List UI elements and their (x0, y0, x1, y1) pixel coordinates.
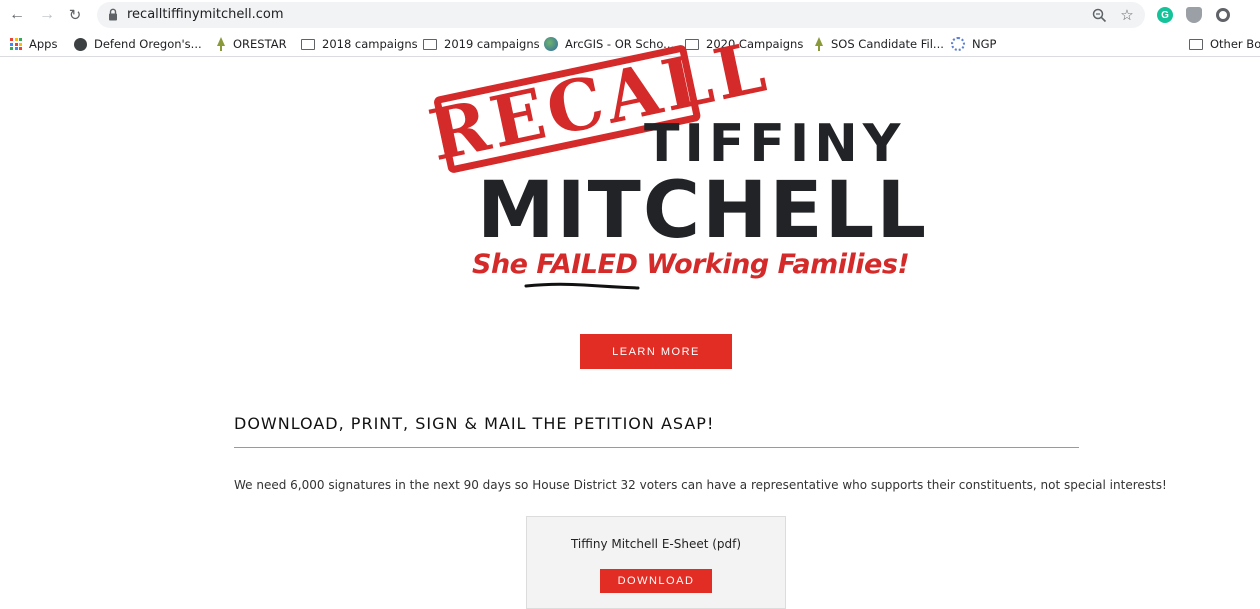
tagline-prefix: She (472, 249, 537, 280)
learn-more-button[interactable]: LEARN MORE (580, 334, 732, 369)
bookmark-apps[interactable]: Apps (10, 36, 57, 52)
bookmark-2018-campaigns[interactable]: 2018 campaigns (301, 36, 418, 52)
zoom-icon[interactable] (1089, 6, 1109, 24)
bookmark-label: 2019 campaigns (444, 37, 540, 51)
bookmark-label: Defend Oregon's... (94, 37, 202, 51)
bookmark-label: SOS Candidate Fil... (831, 37, 944, 51)
bookmark-ngp[interactable]: NGP (951, 36, 996, 52)
back-arrow-icon[interactable]: ← (6, 4, 28, 26)
bookmark-label: ORESTAR (233, 37, 287, 51)
reload-icon[interactable]: ↻ (64, 4, 86, 26)
petition-intro-text: We need 6,000 signatures in the next 90 … (234, 478, 1167, 492)
bookmark-star-icon[interactable]: ☆ (1117, 6, 1137, 24)
card-title: Tiffiny Mitchell E-Sheet (pdf) (570, 537, 742, 551)
petition-heading: DOWNLOAD, PRINT, SIGN & MAIL THE PETITIO… (234, 414, 715, 433)
address-bar[interactable]: recalltiffinymitchell.com ☆ (97, 2, 1145, 28)
tagline: She FAILED Working Families! (472, 248, 910, 282)
tagline-emphasis: FAILED (536, 249, 638, 280)
url-text[interactable]: recalltiffinymitchell.com (127, 7, 283, 22)
section-divider (234, 447, 1079, 448)
bookmark-label: Apps (29, 37, 58, 51)
lock-icon (109, 8, 117, 21)
petition-download-card: Tiffiny Mitchell E-Sheet (pdf) DOWNLOAD (526, 516, 786, 609)
other-bookmarks[interactable]: Other Bo (1189, 36, 1260, 52)
grammarly-extension-icon[interactable]: G (1157, 7, 1173, 23)
bookmark-orestar[interactable]: ORESTAR (216, 36, 287, 52)
forward-arrow-icon[interactable]: → (36, 4, 58, 26)
profile-circle-icon[interactable] (1216, 8, 1230, 22)
bookmark-sos-candidate[interactable]: SOS Candidate Fil... (814, 36, 944, 52)
tree-icon (217, 37, 225, 51)
apps-grid-icon (10, 38, 22, 50)
download-button[interactable]: DOWNLOAD (600, 569, 712, 593)
shield-extension-icon[interactable] (1186, 7, 1202, 23)
candidate-first-name: TIFFINY (644, 114, 906, 174)
ngp-icon (951, 37, 965, 51)
folder-icon (301, 38, 315, 50)
globe-icon (74, 37, 87, 51)
arcgis-icon (544, 37, 558, 51)
folder-icon (423, 38, 437, 50)
bookmark-defend-oregon[interactable]: Defend Oregon's... (74, 36, 202, 52)
bookmark-2019-campaigns[interactable]: 2019 campaigns (423, 36, 540, 52)
tree-icon (815, 37, 823, 51)
folder-icon (1189, 38, 1203, 50)
candidate-last-name: MITCHELL (477, 166, 929, 256)
bookmark-label: 2018 campaigns (322, 37, 418, 51)
bookmark-label: NGP (972, 37, 997, 51)
underline-swoosh (524, 282, 640, 290)
tagline-suffix: Working Families! (637, 249, 910, 280)
other-bookmarks-label: Other Bo (1210, 37, 1260, 51)
browser-toolbar: ← → ↻ recalltiffinymitchell.com ☆ G (0, 0, 1260, 30)
